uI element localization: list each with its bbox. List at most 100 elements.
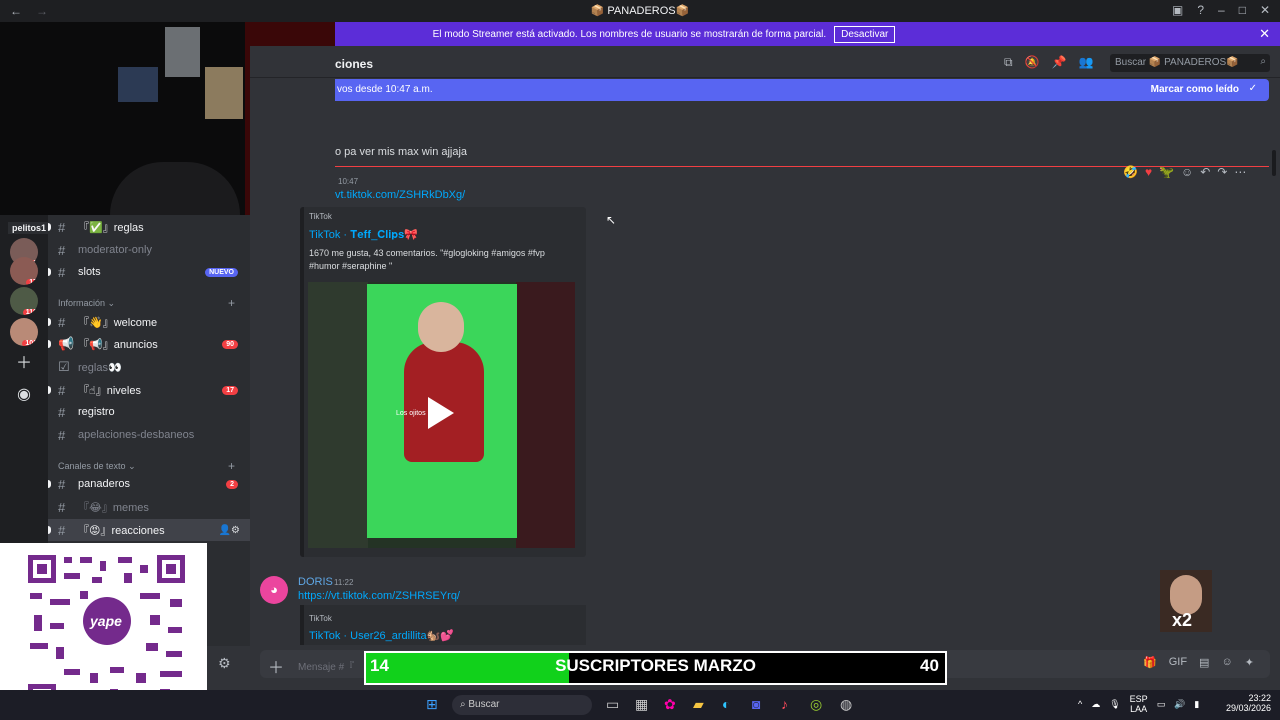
volume-icon[interactable]: 🔊	[1174, 699, 1185, 710]
message-link[interactable]: https://vt.tiktok.com/ZSHRSEYrq/	[298, 590, 460, 602]
embed-description: 1670 me gusta, 43 comentarios. "#gloglok…	[309, 248, 545, 271]
channel-niveles[interactable]: # 『☝』niveles 17	[48, 379, 250, 401]
mic-icon[interactable]: 🎙	[1109, 699, 1120, 710]
deactivate-button[interactable]: Desactivar	[834, 25, 896, 43]
message-link[interactable]: vt.tiktok.com/ZSHRkDbXg/	[335, 189, 465, 201]
user-settings-icon[interactable]: ⚙	[218, 655, 231, 672]
embed-title[interactable]: TikTok · 𝐓𝐞𝐟𝐟_𝐂𝐥𝐢𝐩𝐬🎀	[309, 228, 418, 242]
channel-anuncios[interactable]: 📢 『📢』anuncios 90	[48, 333, 250, 355]
embed-site: TikTok	[309, 212, 332, 221]
hash-icon: #	[58, 314, 66, 330]
channel-reglas-rules[interactable]: ☑ reglas👀	[48, 356, 250, 378]
lang-layout: LAA	[1130, 704, 1148, 714]
reply-icon[interactable]: ↶	[1200, 165, 1210, 179]
maximize-icon[interactable]: □	[1239, 3, 1246, 17]
add-channel-icon[interactable]: +	[228, 459, 235, 473]
reaction-custom-icon[interactable]: 🦖	[1159, 165, 1174, 179]
unread-dot	[48, 340, 51, 348]
channel-memes[interactable]: # 『😂』memes	[48, 496, 250, 518]
taskbar-search[interactable]: ⌕ Buscar	[452, 695, 592, 715]
channel-label: 『✅』reglas	[78, 222, 144, 234]
reaction-heart-icon[interactable]: ♥	[1145, 165, 1152, 179]
channel-label: reglas👀	[78, 361, 122, 374]
embed-title[interactable]: TikTok · User26_ardillita🐿️💕	[309, 629, 454, 642]
apps-icon[interactable]: ✦	[1245, 656, 1254, 669]
new-messages-bar[interactable]: vos desde 10:47 a.m. Marcar como leído ✓	[335, 79, 1269, 101]
gif-icon[interactable]: GIF	[1169, 656, 1187, 669]
members-icon[interactable]: 👥	[1078, 55, 1093, 70]
message-text: o pa ver mis max win ajjaja	[335, 146, 468, 158]
threads-icon[interactable]: ⧉	[1004, 55, 1013, 70]
server-icon[interactable]: 17	[10, 257, 38, 285]
reaction-laugh-icon[interactable]: 🤣	[1123, 165, 1138, 179]
channel-slots[interactable]: # slots NUEVO	[48, 261, 250, 283]
battery-icon[interactable]: ▮	[1194, 699, 1199, 710]
obs-icon[interactable]: ◍	[840, 696, 852, 713]
channel-panaderos[interactable]: # panaderos 2	[48, 473, 250, 495]
minimize-icon[interactable]: –	[1218, 3, 1225, 17]
more-icon[interactable]: ⋯	[1234, 165, 1246, 179]
onedrive-icon[interactable]: ☁	[1091, 699, 1100, 710]
channel-label: slots	[78, 266, 101, 278]
mark-read-icon: ✓	[1248, 83, 1257, 94]
add-channel-icon[interactable]: +	[228, 296, 235, 310]
sticker-icon[interactable]: ▤	[1199, 656, 1209, 669]
settings-icon[interactable]: 👤⚙	[219, 525, 240, 536]
composer-placeholder: Mensaje #『	[298, 662, 355, 673]
gift-icon[interactable]: 🎁	[1143, 656, 1157, 669]
close-window-icon[interactable]: ✕	[1260, 3, 1270, 17]
avatar[interactable]: ◕	[260, 576, 288, 604]
unread-dot	[48, 223, 51, 231]
clock[interactable]: 23:22 29/03/2026	[1226, 693, 1271, 713]
play-icon[interactable]	[428, 397, 454, 429]
search-placeholder: Buscar 📦 PANADEROS📦	[1115, 57, 1239, 68]
channel-moderator-only[interactable]: # moderator-only	[48, 239, 250, 261]
attach-icon[interactable]: ＋	[268, 654, 284, 678]
emoji-icon[interactable]: ☺	[1221, 656, 1232, 669]
embed-site: TikTok	[309, 614, 332, 623]
scrollbar[interactable]	[1272, 150, 1276, 176]
channel-reglas[interactable]: # 『✅』reglas	[48, 216, 250, 238]
task-view-icon[interactable]: ▭	[606, 696, 619, 713]
mark-read-button[interactable]: Marcar como leído	[1151, 84, 1239, 95]
network-icon[interactable]: ▭	[1157, 699, 1166, 710]
channel-registro[interactable]: # registro	[48, 401, 250, 423]
start-icon[interactable]: ⊞	[426, 696, 438, 713]
add-reaction-icon[interactable]: ☺	[1181, 165, 1193, 179]
message-author[interactable]: DORIS	[298, 576, 333, 588]
lang-label: ESP	[1129, 694, 1148, 704]
video-preview[interactable]: Los ojitos	[308, 282, 575, 548]
channel-label: 『👋』welcome	[78, 317, 158, 329]
hash-icon: #	[58, 499, 66, 515]
forward-icon[interactable]: ↷	[1217, 165, 1227, 179]
channel-reacciones[interactable]: # 『😡』reacciones 👤⚙	[48, 519, 250, 541]
server-icon[interactable]: 102	[10, 318, 38, 346]
mute-bell-icon[interactable]: 🔕	[1025, 55, 1040, 70]
category-informacion[interactable]: Información ⌄	[58, 298, 115, 309]
help-icon[interactable]: ?	[1197, 3, 1204, 17]
language-indicator[interactable]: ESP LAA	[1130, 694, 1148, 714]
tray-chevron-icon[interactable]: ^	[1078, 699, 1082, 709]
hash-icon: #	[58, 219, 66, 235]
app-icon[interactable]: ▦	[635, 696, 648, 713]
search-input[interactable]: Buscar 📦 PANADEROS📦 ⌕	[1110, 54, 1270, 72]
channel-welcome[interactable]: # 『👋』welcome	[48, 311, 250, 333]
pin-icon[interactable]: 📌	[1052, 55, 1067, 70]
category-canales-texto[interactable]: Canales de texto ⌄	[58, 461, 136, 472]
edge-icon[interactable]: ◐	[722, 696, 730, 712]
discover-icon[interactable]: ◉	[14, 385, 34, 405]
discord-icon[interactable]: ◙	[752, 696, 760, 712]
close-icon[interactable]: ✕	[1259, 26, 1270, 42]
folder-icon[interactable]: ▰	[693, 696, 704, 713]
category-label: Canales de texto	[58, 461, 126, 471]
tiktok-studio-icon[interactable]: ♪	[781, 696, 788, 712]
yape-logo: yape	[90, 613, 122, 629]
inbox-icon[interactable]: ▣	[1172, 3, 1183, 17]
channel-apelaciones[interactable]: # apelaciones-desbaneos	[48, 424, 250, 446]
game-icon[interactable]: ◎	[810, 696, 822, 713]
server-icon[interactable]: 110	[10, 287, 38, 315]
add-server-icon[interactable]: ＋	[14, 354, 34, 374]
copilot-icon[interactable]: ✿	[664, 696, 676, 713]
chevron-down-icon: ⌄	[107, 298, 116, 308]
subscriber-goal: 40	[920, 656, 939, 675]
